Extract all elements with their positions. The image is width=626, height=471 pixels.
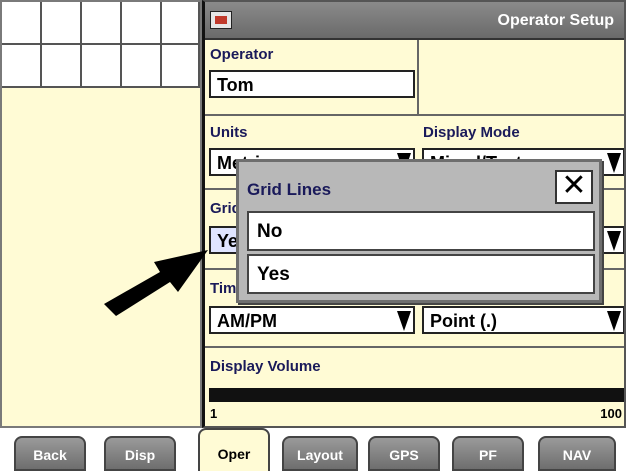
- tab-bar: Back Disp Oper Layout GPS PF NAV: [0, 428, 626, 471]
- tab-oper[interactable]: Oper: [198, 428, 270, 471]
- page-title: Operator Setup: [497, 12, 614, 29]
- popup-title: Grid Lines: [247, 180, 332, 199]
- volume-max-label: 100: [600, 406, 622, 421]
- time-format-dropdown[interactable]: AM/PM: [209, 306, 415, 334]
- title-bar: Operator Setup: [205, 2, 624, 40]
- grid-cell[interactable]: [82, 2, 122, 45]
- tab-nav[interactable]: NAV: [538, 436, 616, 471]
- divider: [417, 40, 419, 114]
- left-grid-panel: [0, 0, 202, 428]
- grid-cell[interactable]: [162, 2, 200, 45]
- volume-slider[interactable]: [209, 388, 624, 402]
- close-icon[interactable]: ✕: [555, 170, 593, 204]
- units-label: Units: [210, 124, 248, 141]
- grid-cell[interactable]: [2, 45, 42, 88]
- chevron-down-icon: [605, 228, 623, 252]
- chevron-down-icon: [605, 150, 623, 174]
- volume-min-label: 1: [210, 406, 218, 421]
- display-mode-label: Display Mode: [423, 124, 520, 141]
- operator-field[interactable]: Tom: [209, 70, 415, 98]
- grid-cell[interactable]: [2, 2, 42, 45]
- grid-cell[interactable]: [42, 2, 82, 45]
- grid-cell[interactable]: [122, 2, 162, 45]
- tab-pf[interactable]: PF: [452, 436, 524, 471]
- tab-layout[interactable]: Layout: [282, 436, 358, 471]
- tab-back[interactable]: Back: [14, 436, 86, 471]
- tab-gps[interactable]: GPS: [368, 436, 440, 471]
- operator-label: Operator: [210, 46, 274, 63]
- number-format-dropdown[interactable]: Point (.): [422, 306, 624, 334]
- divider: [205, 114, 624, 116]
- chevron-down-icon: [395, 308, 413, 332]
- display-icon: [210, 11, 232, 29]
- popup-option-no[interactable]: No: [247, 211, 595, 251]
- display-volume-label: Display Volume: [210, 358, 321, 375]
- grid-lines-popup: Grid Lines ✕ No Yes: [236, 159, 602, 303]
- number-format-value: Point (.): [430, 311, 497, 331]
- grid-cell[interactable]: [82, 45, 122, 88]
- grid-cell[interactable]: [122, 45, 162, 88]
- popup-option-yes[interactable]: Yes: [247, 254, 595, 294]
- grid-cell[interactable]: [162, 45, 200, 88]
- chevron-down-icon: [605, 308, 623, 332]
- divider: [205, 346, 624, 348]
- pointer-arrow-icon: [104, 250, 208, 316]
- grid-cell[interactable]: [42, 45, 82, 88]
- time-format-value: AM/PM: [217, 311, 277, 331]
- tab-disp[interactable]: Disp: [104, 436, 176, 471]
